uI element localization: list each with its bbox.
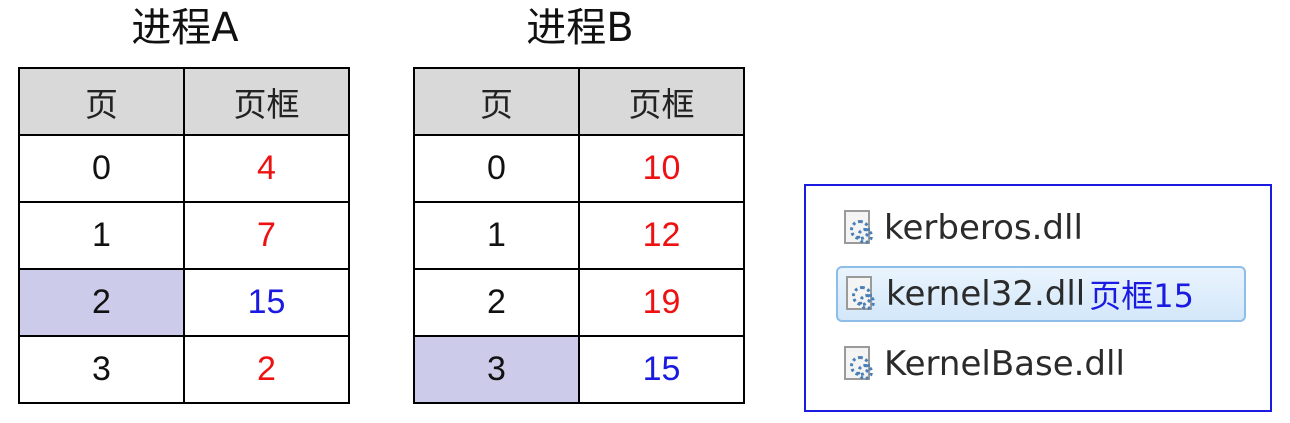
frame-column-header: 页框 bbox=[183, 67, 350, 136]
page-column-header: 页 bbox=[413, 67, 580, 136]
file-item-kerberos-dll[interactable]: kerberos.dll bbox=[840, 200, 1083, 256]
table-row: 1 12 bbox=[413, 201, 745, 270]
page-number-cell: 2 bbox=[413, 268, 580, 337]
frame-number-cell: 7 bbox=[183, 201, 350, 270]
frame-number-cell: 10 bbox=[578, 134, 745, 203]
highlighted-page-cell: 2 bbox=[18, 268, 185, 337]
frame-column-header: 页框 bbox=[578, 67, 745, 136]
frame-number-cell: 19 bbox=[578, 268, 745, 337]
frame-number-cell: 12 bbox=[578, 201, 745, 270]
table-row: 1 7 bbox=[18, 201, 350, 270]
file-item-kernelbase-dll[interactable]: KernelBase.dll bbox=[840, 336, 1125, 392]
table-header-row: 页 页框 bbox=[18, 67, 350, 136]
dll-file-icon bbox=[840, 208, 876, 248]
table-row: 3 15 bbox=[413, 335, 745, 404]
table-row: 0 4 bbox=[18, 134, 350, 203]
shared-frame-cell: 15 bbox=[578, 335, 745, 404]
dll-file-icon bbox=[840, 344, 876, 384]
process-b-title: 进程B bbox=[526, 5, 634, 51]
file-name: kernel32.dll bbox=[886, 274, 1086, 314]
table-row: 0 10 bbox=[413, 134, 745, 203]
page-number-cell: 1 bbox=[413, 201, 580, 270]
frame-annotation: 页框15 bbox=[1089, 277, 1194, 315]
table-row: 3 2 bbox=[18, 335, 350, 404]
table-row: 2 19 bbox=[413, 268, 745, 337]
page-number-cell: 0 bbox=[413, 134, 580, 203]
file-item-kernel32-dll[interactable]: kernel32.dll 页框15 bbox=[836, 266, 1246, 322]
page-number-cell: 0 bbox=[18, 134, 185, 203]
page-column-header: 页 bbox=[18, 67, 185, 136]
table-header-row: 页 页框 bbox=[413, 67, 745, 136]
table-row: 2 15 bbox=[18, 268, 350, 337]
shared-frame-cell: 15 bbox=[183, 268, 350, 337]
page-number-cell: 3 bbox=[18, 335, 185, 404]
process-a-title: 进程A bbox=[131, 5, 239, 51]
frame-number-cell: 4 bbox=[183, 134, 350, 203]
frame-number-cell: 2 bbox=[183, 335, 350, 404]
file-name: kerberos.dll bbox=[884, 208, 1083, 248]
page-number-cell: 1 bbox=[18, 201, 185, 270]
file-name: KernelBase.dll bbox=[884, 344, 1125, 384]
dll-file-list-panel: kerberos.dll kernel32.dll 页框15 KernelBas… bbox=[804, 184, 1272, 412]
dll-file-icon bbox=[842, 274, 878, 314]
highlighted-page-cell: 3 bbox=[413, 335, 580, 404]
process-b-page-table: 页 页框 0 10 1 12 2 19 3 15 bbox=[413, 67, 745, 404]
process-a-page-table: 页 页框 0 4 1 7 2 15 3 2 bbox=[18, 67, 350, 404]
